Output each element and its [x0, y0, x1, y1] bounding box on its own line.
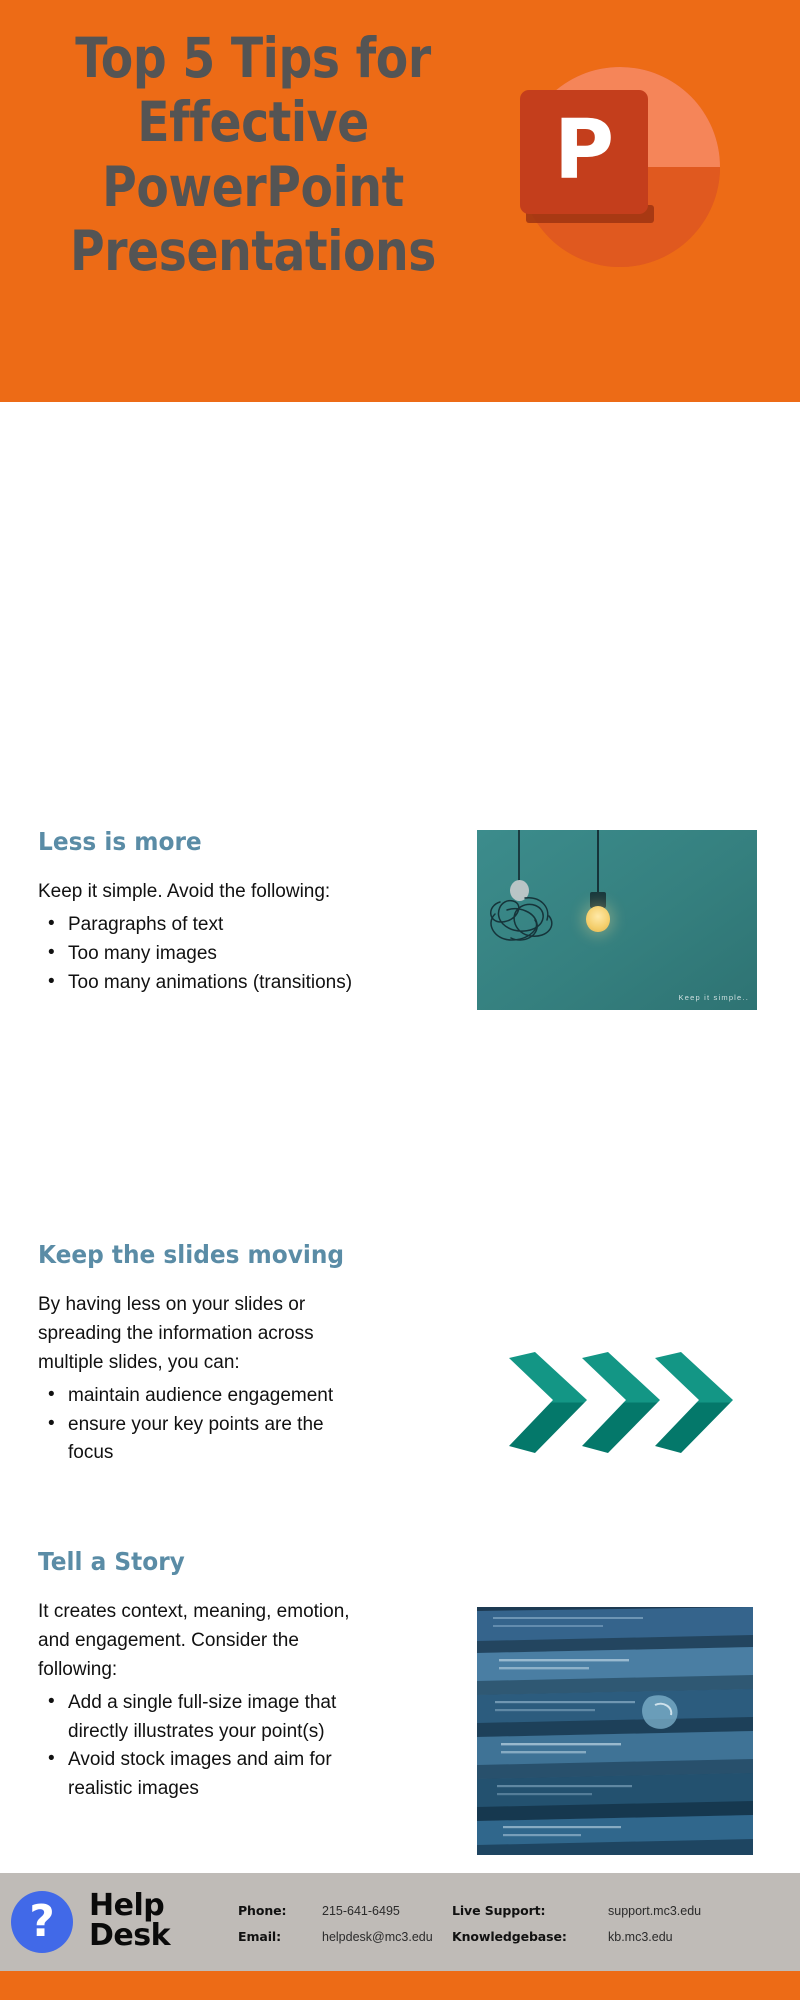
help-desk-title: Help Desk	[89, 1888, 171, 1953]
title-line-1: Top 5 Tips for	[75, 26, 431, 90]
section-create-a-script: Create a Script Your slides should suppo…	[0, 830, 800, 1048]
page-title: Top 5 Tips for Effective PowerPoint Pres…	[38, 26, 468, 283]
section-3-text: Tell a Story It creates context, meaning…	[38, 1547, 373, 1804]
contact-label-knowledgebase: Knowledgebase:	[452, 1929, 567, 1944]
title-line-4: Presentations	[69, 219, 437, 284]
logo-tile: P	[520, 90, 648, 214]
section-2-bullet-list: maintain audience engagement ensure your…	[38, 1381, 373, 1469]
contact-label-email: Email:	[238, 1929, 281, 1944]
contact-value-email[interactable]: helpdesk@mc3.edu	[322, 1930, 452, 1944]
logo-letter: P	[553, 103, 615, 198]
title-line-2: Effective	[137, 90, 369, 155]
list-item: Avoid stock images and aim for realistic…	[38, 1745, 373, 1804]
infographic-page: Top 5 Tips for Effective PowerPoint Pres…	[0, 0, 800, 2000]
contact-label-phone: Phone:	[238, 1903, 287, 1918]
list-item: ensure your key points are the focus	[38, 1410, 373, 1469]
contact-grid: Phone: 215-641-6495 Live Support: suppor…	[238, 1903, 798, 1944]
help-desk-footer: ? Help Desk Phone: 215-641-6495 Live Sup…	[0, 1873, 800, 1971]
section-3-intro: It creates context, meaning, emotion, an…	[38, 1601, 350, 1680]
contact-value-knowledgebase[interactable]: kb.mc3.edu	[608, 1930, 728, 1944]
header-banner: Top 5 Tips for Effective PowerPoint Pres…	[0, 0, 800, 402]
help-desk-title-line-1: Help	[89, 1888, 165, 1923]
title-line-3: PowerPoint	[102, 154, 404, 219]
list-item: maintain audience engagement	[38, 1381, 373, 1411]
section-3-bullet-list: Add a single full-size image that direct…	[38, 1688, 373, 1805]
section-tell-a-story: Tell a Story It creates context, meaning…	[0, 582, 800, 1855]
question-mark-icon: ?	[11, 1891, 73, 1953]
contact-value-live-support[interactable]: support.mc3.edu	[608, 1904, 728, 1918]
books-illustration	[477, 1607, 753, 1855]
list-item: Add a single full-size image that direct…	[38, 1688, 373, 1747]
contact-value-phone: 215-641-6495	[322, 1904, 400, 1918]
stack-of-books-image	[477, 1607, 753, 1855]
contact-label-live-support: Live Support:	[452, 1903, 546, 1918]
section-2-intro: By having less on your slides or spreadi…	[38, 1294, 314, 1373]
section-less-is-more: Less is more Keep it simple. Avoid the f…	[0, 402, 800, 1010]
powerpoint-logo-icon: P	[520, 67, 720, 267]
footer-accent-strip	[0, 1971, 800, 2000]
chevron-arrows-icon	[505, 1350, 735, 1455]
section-3-heading: Tell a Story	[38, 1547, 185, 1576]
help-desk-title-line-2: Desk	[89, 1918, 171, 1953]
section-model-video-best-practices: Model Video Best Practices If recording …	[0, 1048, 800, 1279]
